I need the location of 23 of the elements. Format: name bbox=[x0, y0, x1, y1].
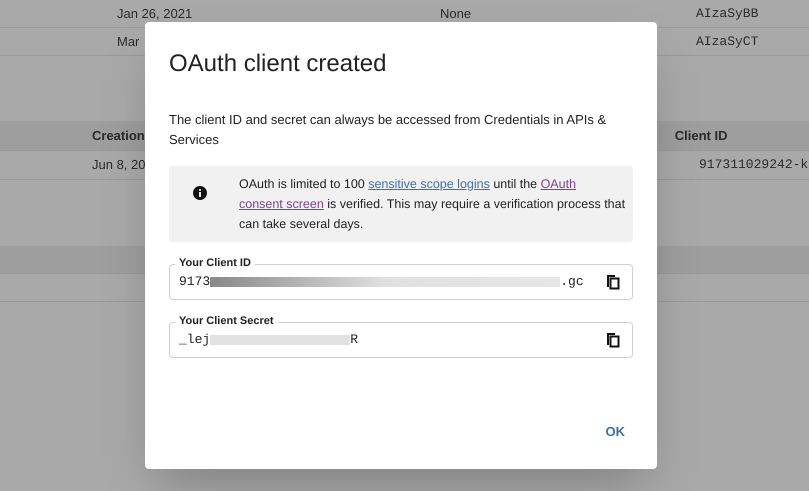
field-value: R bbox=[350, 331, 358, 350]
copy-icon[interactable] bbox=[606, 274, 620, 290]
field-value: .gc bbox=[560, 273, 584, 292]
table-cell-text: Mar bbox=[117, 32, 140, 51]
table-cell-text: AIzaSyCT bbox=[696, 32, 758, 51]
column-header: Creation bbox=[92, 126, 145, 145]
table-cell-text: AIzaSyBB bbox=[696, 4, 758, 23]
link[interactable]: OAuth bbox=[540, 177, 576, 191]
copy-icon[interactable] bbox=[606, 332, 620, 348]
table-cell-text: 917311029242-k bbox=[699, 156, 808, 174]
table-cell-text: Jan 26, 2021 bbox=[117, 4, 194, 23]
field-value: _lej bbox=[179, 331, 210, 350]
table-cell-text: None bbox=[440, 4, 472, 23]
link[interactable]: sensitive scope logins bbox=[368, 177, 490, 191]
table-cell-text: Jun 8, 20 bbox=[92, 156, 146, 174]
dialog-title: OAuth client created bbox=[169, 49, 388, 79]
ok-button[interactable]: OK bbox=[598, 416, 633, 447]
link[interactable]: consent screen bbox=[239, 197, 324, 211]
dialog-description: The client ID and secret can always be accessed from Credentials in APIs & Services bbox=[169, 111, 608, 149]
column-header: Client ID bbox=[674, 126, 728, 145]
notice-text: OAuth is limited to 100 sensitive scope logins until the OAuth consent screen is verified. This may require a verification process that can take several days. bbox=[239, 176, 626, 233]
field-value: 9173 bbox=[179, 273, 210, 292]
info-icon bbox=[193, 186, 207, 200]
